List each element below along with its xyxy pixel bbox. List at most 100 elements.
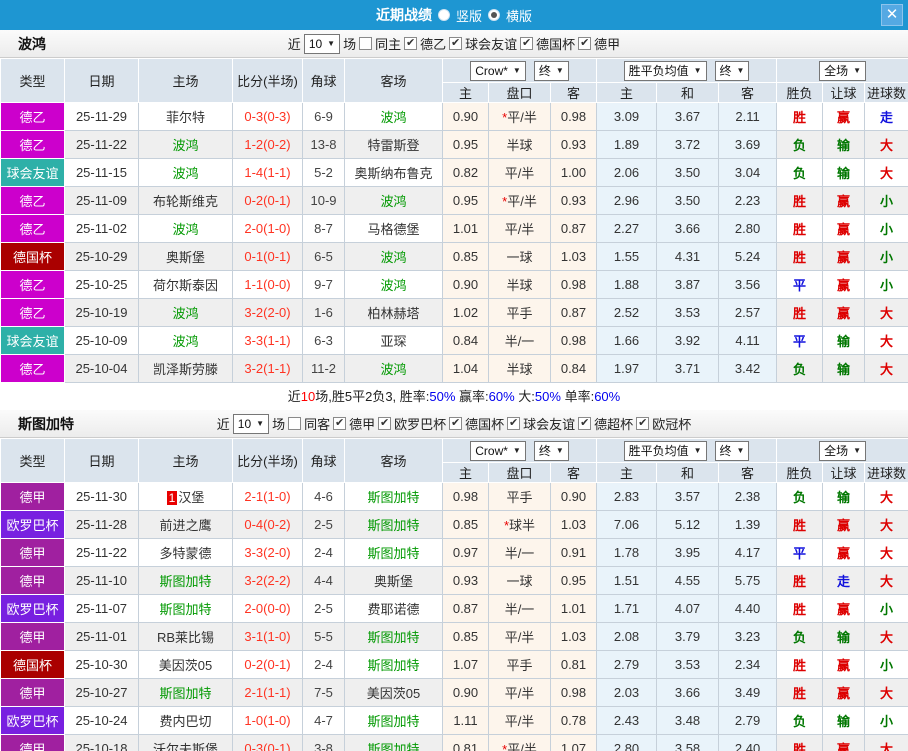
league-filter-checkbox[interactable] xyxy=(449,417,463,430)
avg-draw-cell: 3.53 xyxy=(656,298,720,327)
bookmaker-select[interactable]: Crow* ▼ xyxy=(470,440,526,461)
home-team-name: 多特蒙德 xyxy=(159,546,212,561)
league-filter-checkbox[interactable] xyxy=(636,417,650,430)
avg-home-cell: 2.79 xyxy=(596,650,658,679)
away-odds-cell: 0.98 xyxy=(549,102,598,131)
col-header-score: 比分(半场) xyxy=(232,438,303,483)
goals-result-cell: 大 xyxy=(864,510,908,539)
home-team-cell: 波鸿 xyxy=(138,158,233,187)
handicap-value: 平手 xyxy=(506,658,533,673)
league-filter-label[interactable]: 德国杯 xyxy=(536,34,575,53)
goals-result-cell: 大 xyxy=(864,678,908,707)
avg-home-cell: 1.78 xyxy=(596,538,658,567)
date-cell: 25-10-19 xyxy=(64,298,139,327)
wdl-result-cell: 平 xyxy=(776,326,824,355)
bookmaker-select[interactable]: Crow* ▼ xyxy=(470,60,526,81)
sub-header-avg-home: 主 xyxy=(596,82,658,103)
vertical-layout-radio[interactable] xyxy=(437,9,450,21)
avg-final-select[interactable]: 终 ▼ xyxy=(714,60,750,81)
result-text: 胜 xyxy=(793,194,807,209)
league-type-cell: 欧罗巴杯 xyxy=(0,706,65,735)
avg-home-cell: 1.97 xyxy=(596,354,658,383)
date-cell: 25-10-09 xyxy=(64,326,139,355)
table-row: 欧罗巴杯 25-11-28 前进之鹰 0-4(0-2) 2-5 斯图加特 0.85 *球半 1.… xyxy=(0,510,908,539)
match-count-select[interactable]: 10 ▼ xyxy=(303,33,341,54)
away-team-name: 特雷斯登 xyxy=(367,138,420,153)
away-odds-cell: 0.98 xyxy=(549,326,598,355)
home-odds-cell: 0.90 xyxy=(442,102,489,131)
league-filter-label[interactable]: 德超杯 xyxy=(594,414,633,433)
horizontal-layout-label[interactable]: 横版 xyxy=(506,6,532,25)
league-filter-checkbox[interactable] xyxy=(404,37,418,50)
league-type-cell: 欧罗巴杯 xyxy=(0,510,65,539)
league-type-cell: 德甲 xyxy=(0,538,65,567)
result-text: 赢 xyxy=(837,222,851,237)
goals-result-cell: 走 xyxy=(864,102,908,131)
home-team-name: 斯图加特 xyxy=(159,686,212,701)
score-cell: 3-3(1-1) xyxy=(232,326,303,355)
league-filter-checkbox[interactable] xyxy=(449,37,463,50)
away-team-name: 奥斯纳布鲁克 xyxy=(354,166,433,181)
handicap-value: 平/半 xyxy=(504,686,535,701)
home-odds-cell: 1.02 xyxy=(442,298,489,327)
away-team-name: 斯图加特 xyxy=(367,714,420,729)
odds-final-select[interactable]: 终 ▼ xyxy=(533,440,569,461)
close-button[interactable]: ✕ xyxy=(881,4,903,26)
chevron-down-icon: ▼ xyxy=(736,66,745,75)
league-filter-label[interactable]: 德甲 xyxy=(594,34,620,53)
horizontal-layout-radio[interactable] xyxy=(488,9,500,21)
fulltime-select[interactable]: 全场 ▼ xyxy=(819,60,867,81)
same-venue-checkbox[interactable] xyxy=(359,37,373,50)
league-filter-label[interactable]: 欧冠杯 xyxy=(652,414,691,433)
corners-cell: 9-7 xyxy=(302,270,345,299)
home-team-cell: 波鸿 xyxy=(138,130,233,159)
league-filter-label[interactable]: 球会友谊 xyxy=(465,34,517,53)
avg-select[interactable]: 胜平负均值 ▼ xyxy=(623,60,707,81)
league-filter-label[interactable]: 欧罗巴杯 xyxy=(394,414,446,433)
goals-result-cell: 小 xyxy=(864,214,908,243)
league-filter-label[interactable]: 德乙 xyxy=(420,34,446,53)
sub-header-asian: 让球 xyxy=(822,82,866,103)
odds-final-select[interactable]: 终 ▼ xyxy=(533,60,569,81)
filter-controls: 近 10 ▼ 场 同客德甲欧罗巴杯德国杯球会友谊德超杯欧冠杯 xyxy=(217,413,691,434)
league-filter-checkbox[interactable] xyxy=(378,417,392,430)
table-row: 德甲 25-11-30 1 汉堡 2-1(1-0) 4-6 斯图加特 0.98 平手 0.90 2.… xyxy=(0,482,908,511)
corners-cell: 6-5 xyxy=(302,242,345,271)
league-filter-label[interactable]: 德国杯 xyxy=(465,414,504,433)
league-filter-checkbox[interactable] xyxy=(507,417,521,430)
sub-header-avg-away: 客 xyxy=(718,82,778,103)
handicap-value: 平/半 xyxy=(504,222,535,237)
avg-select[interactable]: 胜平负均值 ▼ xyxy=(623,440,707,461)
same-venue-checkbox[interactable] xyxy=(288,417,302,430)
corners-cell: 2-5 xyxy=(302,594,345,623)
league-filter-label[interactable]: 球会友谊 xyxy=(523,414,575,433)
result-text: 胜 xyxy=(793,518,807,533)
sub-header-odds-away: 客 xyxy=(549,462,598,483)
league-filter-checkbox[interactable] xyxy=(578,417,592,430)
table-row: 德乙 25-10-25 荷尔斯泰因 1-1(0-0) 9-7 波鸿 0.90 半球 0.98 1.… xyxy=(0,270,908,299)
fulltime-select[interactable]: 全场 ▼ xyxy=(819,440,867,461)
asian-result-cell: 输 xyxy=(822,130,866,159)
league-filter-checkbox[interactable] xyxy=(578,37,592,50)
avg-final-select[interactable]: 终 ▼ xyxy=(714,440,750,461)
handicap-value: 平/半 xyxy=(504,166,535,181)
chevron-down-icon: ▼ xyxy=(256,419,265,428)
vertical-layout-label[interactable]: 竖版 xyxy=(456,6,482,25)
same-venue-label[interactable]: 同主 xyxy=(375,34,401,53)
matches-table: 类型 日期 主场 比分(半场) 角球 客场 Crow* ▼ 终 ▼ 胜平负均值 … xyxy=(0,438,908,751)
away-team-cell: 斯图加特 xyxy=(344,650,443,679)
same-venue-label[interactable]: 同客 xyxy=(304,414,330,433)
league-type-cell: 德乙 xyxy=(0,186,65,215)
home-odds-cell: 0.82 xyxy=(442,158,489,187)
league-filter-checkbox[interactable] xyxy=(333,417,347,430)
match-count-select[interactable]: 10 ▼ xyxy=(232,413,270,434)
avg-away-cell: 2.11 xyxy=(718,102,778,131)
handicap-cell: 一球 xyxy=(488,242,551,271)
handicap-cell: 平手 xyxy=(488,298,551,327)
result-text: 大 xyxy=(880,574,894,589)
league-filter-label[interactable]: 德甲 xyxy=(349,414,375,433)
away-team-cell: 斯图加特 xyxy=(344,622,443,651)
league-filter-checkbox[interactable] xyxy=(520,37,534,50)
result-text: 赢 xyxy=(837,742,851,751)
summary-segment: 60% xyxy=(488,389,515,404)
